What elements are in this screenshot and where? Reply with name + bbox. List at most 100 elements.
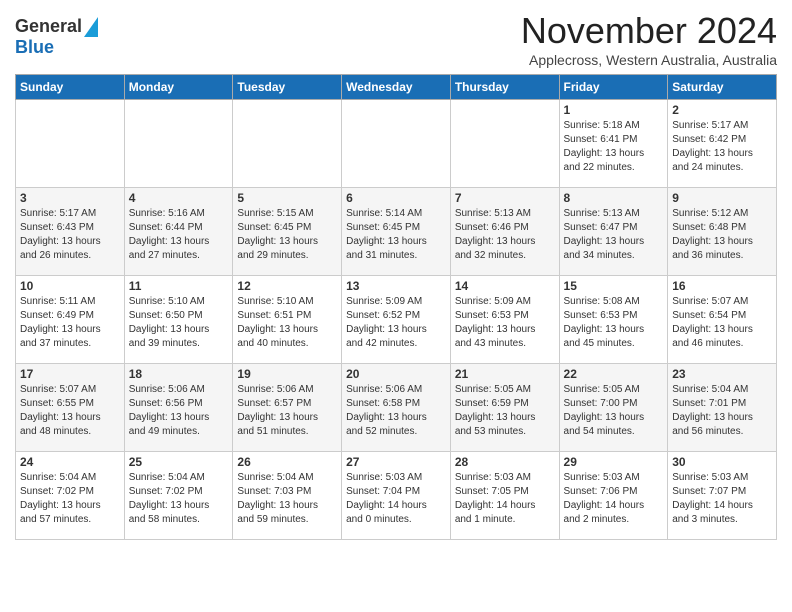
calendar-cell: 20 Sunrise: 5:06 AM Sunset: 6:58 PM Dayli…	[342, 364, 451, 452]
day-of-week-header: Monday	[124, 75, 233, 100]
day-number: 4	[129, 191, 229, 205]
calendar-week-row: 3 Sunrise: 5:17 AM Sunset: 6:43 PM Daylig…	[16, 188, 777, 276]
logo-blue: Blue	[15, 37, 54, 57]
day-info: Sunrise: 5:06 AM Sunset: 6:58 PM Dayligh…	[346, 383, 446, 439]
day-number: 21	[455, 367, 555, 381]
calendar-cell: 24 Sunrise: 5:04 AM Sunset: 7:02 PM Dayli…	[16, 452, 125, 540]
month-title: November 2024	[521, 10, 777, 52]
day-number: 18	[129, 367, 229, 381]
day-of-week-header: Tuesday	[233, 75, 342, 100]
day-info: Sunrise: 5:03 AM Sunset: 7:07 PM Dayligh…	[672, 471, 772, 527]
calendar-cell	[16, 100, 125, 188]
calendar-cell: 27 Sunrise: 5:03 AM Sunset: 7:04 PM Dayli…	[342, 452, 451, 540]
day-of-week-header: Sunday	[16, 75, 125, 100]
day-number: 14	[455, 279, 555, 293]
day-of-week-header: Wednesday	[342, 75, 451, 100]
subtitle: Applecross, Western Australia, Australia	[521, 52, 777, 68]
calendar-header-row: SundayMondayTuesdayWednesdayThursdayFrid…	[16, 75, 777, 100]
day-number: 8	[564, 191, 664, 205]
day-info: Sunrise: 5:05 AM Sunset: 6:59 PM Dayligh…	[455, 383, 555, 439]
calendar-cell: 12Sunrise: 5:10 AM Sunset: 6:51 PM Dayli…	[233, 276, 342, 364]
day-number: 7	[455, 191, 555, 205]
day-info: Sunrise: 5:04 AM Sunset: 7:03 PM Dayligh…	[237, 471, 337, 527]
day-of-week-header: Thursday	[450, 75, 559, 100]
day-info: Sunrise: 5:18 AM Sunset: 6:41 PM Dayligh…	[564, 119, 664, 175]
day-info: Sunrise: 5:09 AM Sunset: 6:52 PM Dayligh…	[346, 295, 446, 351]
calendar-week-row: 17 Sunrise: 5:07 AM Sunset: 6:55 PM Dayli…	[16, 364, 777, 452]
day-info: Sunrise: 5:14 AM Sunset: 6:45 PM Dayligh…	[346, 207, 446, 263]
day-info: Sunrise: 5:05 AM Sunset: 7:00 PM Dayligh…	[564, 383, 664, 439]
logo-general: General	[15, 16, 82, 37]
day-number: 17	[20, 367, 120, 381]
day-number: 24	[20, 455, 120, 469]
calendar: SundayMondayTuesdayWednesdayThursdayFrid…	[15, 74, 777, 540]
day-number: 28	[455, 455, 555, 469]
calendar-cell: 23Sunrise: 5:04 AM Sunset: 7:01 PM Dayli…	[668, 364, 777, 452]
calendar-cell	[450, 100, 559, 188]
day-number: 22	[564, 367, 664, 381]
day-number: 27	[346, 455, 446, 469]
calendar-cell: 19 Sunrise: 5:06 AM Sunset: 6:57 PM Dayli…	[233, 364, 342, 452]
calendar-cell	[233, 100, 342, 188]
day-number: 23	[672, 367, 772, 381]
day-info: Sunrise: 5:06 AM Sunset: 6:56 PM Dayligh…	[129, 383, 229, 439]
day-number: 25	[129, 455, 229, 469]
logo-triangle	[84, 17, 98, 37]
day-info: Sunrise: 5:15 AM Sunset: 6:45 PM Dayligh…	[237, 207, 337, 263]
day-of-week-header: Saturday	[668, 75, 777, 100]
day-info: Sunrise: 5:16 AM Sunset: 6:44 PM Dayligh…	[129, 207, 229, 263]
calendar-cell: 25 Sunrise: 5:04 AM Sunset: 7:02 PM Dayli…	[124, 452, 233, 540]
logo: General Blue	[15, 16, 98, 58]
day-info: Sunrise: 5:17 AM Sunset: 6:42 PM Dayligh…	[672, 119, 772, 175]
calendar-cell: 10Sunrise: 5:11 AM Sunset: 6:49 PM Dayli…	[16, 276, 125, 364]
calendar-cell: 1Sunrise: 5:18 AM Sunset: 6:41 PM Daylig…	[559, 100, 668, 188]
day-number: 6	[346, 191, 446, 205]
day-info: Sunrise: 5:08 AM Sunset: 6:53 PM Dayligh…	[564, 295, 664, 351]
title-area: November 2024 Applecross, Western Austra…	[521, 10, 777, 68]
day-info: Sunrise: 5:10 AM Sunset: 6:50 PM Dayligh…	[129, 295, 229, 351]
day-info: Sunrise: 5:04 AM Sunset: 7:02 PM Dayligh…	[129, 471, 229, 527]
calendar-cell: 14 Sunrise: 5:09 AM Sunset: 6:53 PM Dayli…	[450, 276, 559, 364]
calendar-cell: 18 Sunrise: 5:06 AM Sunset: 6:56 PM Dayli…	[124, 364, 233, 452]
day-info: Sunrise: 5:03 AM Sunset: 7:05 PM Dayligh…	[455, 471, 555, 527]
day-number: 19	[237, 367, 337, 381]
day-number: 26	[237, 455, 337, 469]
calendar-cell	[342, 100, 451, 188]
calendar-cell: 9Sunrise: 5:12 AM Sunset: 6:48 PM Daylig…	[668, 188, 777, 276]
day-number: 20	[346, 367, 446, 381]
day-number: 15	[564, 279, 664, 293]
day-number: 16	[672, 279, 772, 293]
header: General Blue November 2024 Applecross, W…	[15, 10, 777, 68]
calendar-cell: 2 Sunrise: 5:17 AM Sunset: 6:42 PM Daylig…	[668, 100, 777, 188]
calendar-cell: 29 Sunrise: 5:03 AM Sunset: 7:06 PM Dayli…	[559, 452, 668, 540]
calendar-cell: 30Sunrise: 5:03 AM Sunset: 7:07 PM Dayli…	[668, 452, 777, 540]
calendar-week-row: 24 Sunrise: 5:04 AM Sunset: 7:02 PM Dayli…	[16, 452, 777, 540]
calendar-cell: 22 Sunrise: 5:05 AM Sunset: 7:00 PM Dayli…	[559, 364, 668, 452]
day-info: Sunrise: 5:03 AM Sunset: 7:06 PM Dayligh…	[564, 471, 664, 527]
day-info: Sunrise: 5:03 AM Sunset: 7:04 PM Dayligh…	[346, 471, 446, 527]
calendar-cell	[124, 100, 233, 188]
day-number: 11	[129, 279, 229, 293]
calendar-cell: 17 Sunrise: 5:07 AM Sunset: 6:55 PM Dayli…	[16, 364, 125, 452]
calendar-cell: 26 Sunrise: 5:04 AM Sunset: 7:03 PM Dayli…	[233, 452, 342, 540]
day-number: 29	[564, 455, 664, 469]
day-info: Sunrise: 5:04 AM Sunset: 7:02 PM Dayligh…	[20, 471, 120, 527]
day-info: Sunrise: 5:09 AM Sunset: 6:53 PM Dayligh…	[455, 295, 555, 351]
day-info: Sunrise: 5:12 AM Sunset: 6:48 PM Dayligh…	[672, 207, 772, 263]
calendar-cell: 16 Sunrise: 5:07 AM Sunset: 6:54 PM Dayli…	[668, 276, 777, 364]
calendar-cell: 5Sunrise: 5:15 AM Sunset: 6:45 PM Daylig…	[233, 188, 342, 276]
day-info: Sunrise: 5:07 AM Sunset: 6:55 PM Dayligh…	[20, 383, 120, 439]
calendar-cell: 15 Sunrise: 5:08 AM Sunset: 6:53 PM Dayli…	[559, 276, 668, 364]
calendar-cell: 3 Sunrise: 5:17 AM Sunset: 6:43 PM Daylig…	[16, 188, 125, 276]
day-number: 3	[20, 191, 120, 205]
day-number: 13	[346, 279, 446, 293]
calendar-cell: 7Sunrise: 5:13 AM Sunset: 6:46 PM Daylig…	[450, 188, 559, 276]
calendar-cell: 4 Sunrise: 5:16 AM Sunset: 6:44 PM Daylig…	[124, 188, 233, 276]
calendar-cell: 11 Sunrise: 5:10 AM Sunset: 6:50 PM Dayli…	[124, 276, 233, 364]
day-number: 2	[672, 103, 772, 117]
calendar-cell: 6 Sunrise: 5:14 AM Sunset: 6:45 PM Daylig…	[342, 188, 451, 276]
day-info: Sunrise: 5:07 AM Sunset: 6:54 PM Dayligh…	[672, 295, 772, 351]
day-info: Sunrise: 5:17 AM Sunset: 6:43 PM Dayligh…	[20, 207, 120, 263]
calendar-cell: 13 Sunrise: 5:09 AM Sunset: 6:52 PM Dayli…	[342, 276, 451, 364]
day-info: Sunrise: 5:06 AM Sunset: 6:57 PM Dayligh…	[237, 383, 337, 439]
